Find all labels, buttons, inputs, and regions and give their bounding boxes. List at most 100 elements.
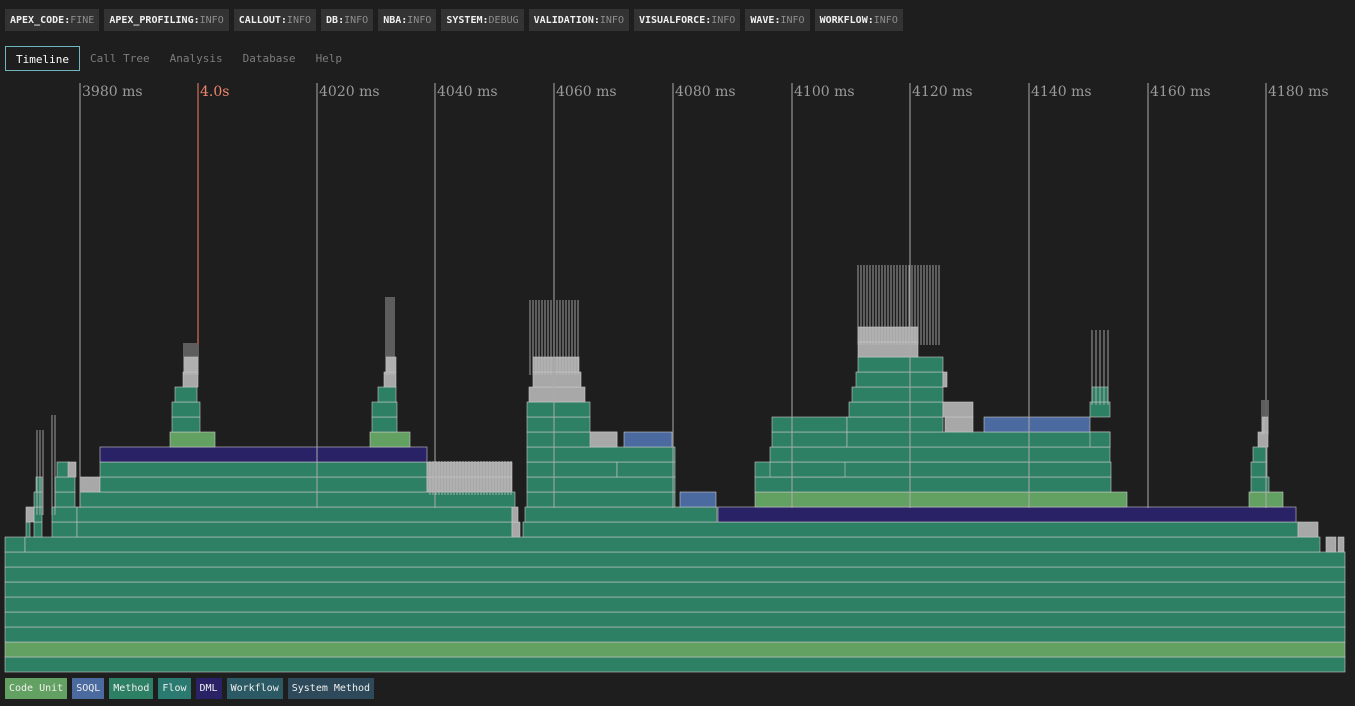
soql-bar[interactable]: [623, 431, 673, 448]
method-bar[interactable]: [4, 536, 26, 553]
legend: Code Unit SOQL Method Flow DML Workflow System…: [5, 678, 375, 699]
method-bar[interactable]: [526, 491, 676, 508]
log-level-category: DB: [326, 14, 339, 26]
log-level-validation[interactable]: VALIDATION: INFO: [528, 9, 629, 31]
method-bar[interactable]: [848, 401, 944, 418]
method-bar[interactable]: [526, 461, 618, 478]
method-bar[interactable]: [851, 386, 944, 403]
method-bar[interactable]: [371, 401, 398, 418]
log-level-workflow[interactable]: WORKFLOW: INFO: [814, 9, 903, 31]
method-bar[interactable]: [4, 611, 1346, 628]
method-bar[interactable]: [526, 476, 676, 493]
method-bar[interactable]: [171, 401, 201, 418]
soql-bar[interactable]: [983, 416, 1091, 433]
dml-bar[interactable]: [99, 446, 428, 463]
log-level-apex-profiling[interactable]: APEX_PROFILING: INFO: [104, 9, 229, 31]
system-method-bar[interactable]: [1261, 416, 1269, 433]
method-bar[interactable]: [54, 476, 76, 493]
method-bar[interactable]: [56, 461, 70, 478]
method-bar[interactable]: [33, 521, 43, 538]
method-bar[interactable]: [1252, 446, 1268, 463]
code-unit-bar[interactable]: [754, 491, 1128, 508]
method-bar[interactable]: [174, 386, 198, 403]
method-bar[interactable]: [79, 491, 516, 508]
method-bar[interactable]: [99, 476, 428, 493]
log-level-category: APEX_PROFILING: [109, 14, 194, 26]
method-bar[interactable]: [25, 521, 31, 538]
log-level-apex-code[interactable]: APEX_CODE: FINE: [5, 9, 100, 31]
log-level-category: VISUALFORCE: [638, 14, 706, 26]
system-method-bar[interactable]: [25, 506, 35, 523]
method-bar[interactable]: [522, 521, 1299, 538]
method-bar[interactable]: [769, 461, 846, 478]
system-method-bar[interactable]: [589, 431, 618, 448]
tab-analysis[interactable]: Analysis: [160, 46, 233, 71]
method-bar[interactable]: [771, 416, 848, 433]
method-bar[interactable]: [616, 461, 676, 478]
method-bar[interactable]: [171, 416, 201, 433]
system-method-bar[interactable]: [528, 386, 586, 403]
method-bar[interactable]: [4, 566, 1346, 583]
method-bar[interactable]: [54, 491, 76, 508]
method-bar[interactable]: [51, 506, 78, 523]
method-bar[interactable]: [769, 446, 1111, 463]
system-method-bar[interactable]: [385, 356, 397, 373]
method-bar[interactable]: [857, 356, 944, 373]
legend-flow: Flow: [158, 678, 191, 699]
method-bar[interactable]: [51, 521, 78, 538]
system-method-bar[interactable]: [942, 371, 948, 388]
method-bar[interactable]: [76, 506, 513, 523]
method-bar[interactable]: [99, 461, 428, 478]
method-bar[interactable]: [1250, 461, 1268, 478]
method-bar[interactable]: [377, 386, 397, 403]
method-bar[interactable]: [4, 656, 1346, 673]
time-label: 4080 ms: [675, 84, 736, 100]
system-method-bar[interactable]: [511, 506, 519, 523]
code-unit-bar[interactable]: [169, 431, 216, 448]
tab-timeline[interactable]: Timeline: [5, 46, 80, 71]
system-method-bar[interactable]: [942, 401, 974, 418]
log-level-db[interactable]: DB: INFO: [321, 9, 374, 31]
system-method-bar[interactable]: [1325, 536, 1337, 553]
system-method-bar[interactable]: [1337, 536, 1345, 553]
system-method-bar[interactable]: [1297, 521, 1319, 538]
method-bar[interactable]: [524, 506, 718, 523]
method-bar[interactable]: [1089, 431, 1111, 448]
method-bar[interactable]: [526, 416, 591, 433]
method-bar[interactable]: [76, 521, 513, 538]
system-method-bar[interactable]: [511, 521, 521, 538]
method-bar[interactable]: [33, 506, 43, 523]
code-unit-bar[interactable]: [4, 641, 1346, 658]
method-bar[interactable]: [526, 446, 676, 463]
method-bar[interactable]: [771, 431, 848, 448]
log-level-wave[interactable]: WAVE: INFO: [745, 9, 810, 31]
method-bar[interactable]: [4, 551, 1346, 568]
method-bar[interactable]: [24, 536, 1321, 553]
method-bar[interactable]: [33, 491, 43, 508]
method-bar[interactable]: [846, 431, 1111, 448]
time-label: 4160 ms: [1150, 84, 1211, 100]
system-method-bar[interactable]: [79, 476, 101, 493]
timeline-flame-chart[interactable]: 3980 ms 4.0s 4020 ms 4040 ms 4060 ms 4080 ms 4…: [0, 75, 1355, 675]
log-level-system[interactable]: SYSTEM: DEBUG: [441, 9, 524, 31]
log-level-value: DEBUG: [488, 14, 519, 26]
tab-call-tree[interactable]: Call Tree: [80, 46, 160, 71]
method-bar[interactable]: [846, 416, 944, 433]
log-level-visualforce[interactable]: VISUALFORCE: INFO: [633, 9, 741, 31]
code-unit-bar[interactable]: [369, 431, 411, 448]
method-bar[interactable]: [4, 626, 1346, 643]
method-bar[interactable]: [855, 371, 944, 388]
system-method-bar[interactable]: [944, 416, 974, 433]
soql-bar[interactable]: [679, 491, 717, 508]
method-bar[interactable]: [754, 476, 1112, 493]
log-level-nba[interactable]: NBA: INFO: [378, 9, 437, 31]
method-bar[interactable]: [371, 416, 398, 433]
method-bar[interactable]: [526, 401, 591, 418]
method-bar[interactable]: [4, 596, 1346, 613]
tab-help[interactable]: Help: [306, 46, 353, 71]
system-method-bar[interactable]: [67, 461, 77, 478]
method-bar[interactable]: [4, 581, 1346, 598]
tab-database[interactable]: Database: [233, 46, 306, 71]
log-level-callout[interactable]: CALLOUT: INFO: [233, 9, 317, 31]
dml-bar[interactable]: [717, 506, 1297, 523]
